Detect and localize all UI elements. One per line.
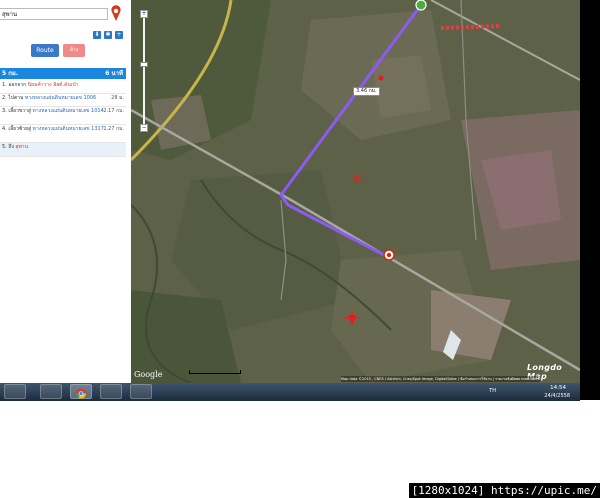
zoom-control[interactable]: + −: [140, 10, 148, 132]
google-logo: Google: [134, 370, 163, 379]
satellite-imagery: [131, 0, 580, 383]
location-pin-icon[interactable]: [110, 5, 122, 23]
route-step[interactable]: 3. เลี้ยวขวาสู่ ทางหลวงแผ่นดินหมายเลข 10…: [0, 107, 126, 125]
taskbar-explorer-icon[interactable]: [40, 384, 62, 399]
route-duration: 6 นาที: [105, 70, 123, 77]
watermark: [1280x1024] https://upic.me/: [408, 483, 600, 498]
taskbar-media-icon[interactable]: [4, 384, 26, 399]
route-distance: 5 กม.: [2, 70, 19, 77]
map-view[interactable]: + − 3.46 กม. Google Longdo Map Map data …: [131, 0, 580, 383]
poi-marker-icon[interactable]: [378, 75, 384, 81]
route-step[interactable]: 1. ออกจาก นิยมค้าวาง ลิสต์.ดันเบ้า: [0, 81, 126, 94]
map-copyright: Map data ©2015 , CNES / Astrium, Cnes/Sp…: [341, 376, 540, 382]
zoom-track[interactable]: [143, 16, 145, 128]
clock-time[interactable]: 14:54: [550, 385, 566, 391]
route-step[interactable]: 4. เลี้ยวซ้ายสู่ ทางหลวงแผ่นดินหมายเลข 1…: [0, 125, 126, 143]
window-edge: [580, 0, 600, 400]
route-summary: 5 กม. 6 นาที: [0, 68, 126, 79]
language-indicator[interactable]: TH: [489, 388, 496, 394]
clock-date[interactable]: 24/4/2558: [544, 393, 570, 399]
zoom-out-button[interactable]: −: [140, 124, 148, 132]
scale-bar: [189, 370, 241, 374]
zoom-in-button[interactable]: +: [140, 10, 148, 18]
taskbar-chrome-icon[interactable]: [70, 384, 92, 399]
route-button[interactable]: Route: [31, 44, 59, 57]
route-step[interactable]: 2. ไปตาม ทางหลวงแผ่นดินหมายเลข 1006 28 ม…: [0, 94, 126, 107]
screen: สุพาน ⬇ ✱ + Route ล้าง 5 กม. 6 นาที 1. อ…: [0, 0, 600, 498]
search-input[interactable]: สุพาน: [0, 8, 108, 20]
taskbar-ie-icon[interactable]: [100, 384, 122, 399]
destination-marker-icon[interactable]: [383, 249, 395, 261]
clear-button[interactable]: ล้าง: [63, 44, 85, 57]
gear-icon[interactable]: ✱: [104, 31, 112, 39]
add-icon[interactable]: +: [115, 31, 123, 39]
taskbar-app-icon[interactable]: [130, 384, 152, 399]
system-tray: TH 14:54 24/4/2558: [456, 384, 576, 400]
route-sidebar: สุพาน ⬇ ✱ + Route ล้าง 5 กม. 6 นาที 1. อ…: [0, 0, 132, 380]
route-step[interactable]: 5. ถึง สุพาน: [0, 143, 126, 157]
start-marker-icon[interactable]: [415, 0, 427, 11]
taskbar: TH 14:54 24/4/2558: [0, 383, 580, 401]
route-distance-label: 3.46 กม.: [353, 87, 380, 96]
zoom-slider-handle[interactable]: [140, 62, 148, 67]
download-icon[interactable]: ⬇: [93, 31, 101, 39]
